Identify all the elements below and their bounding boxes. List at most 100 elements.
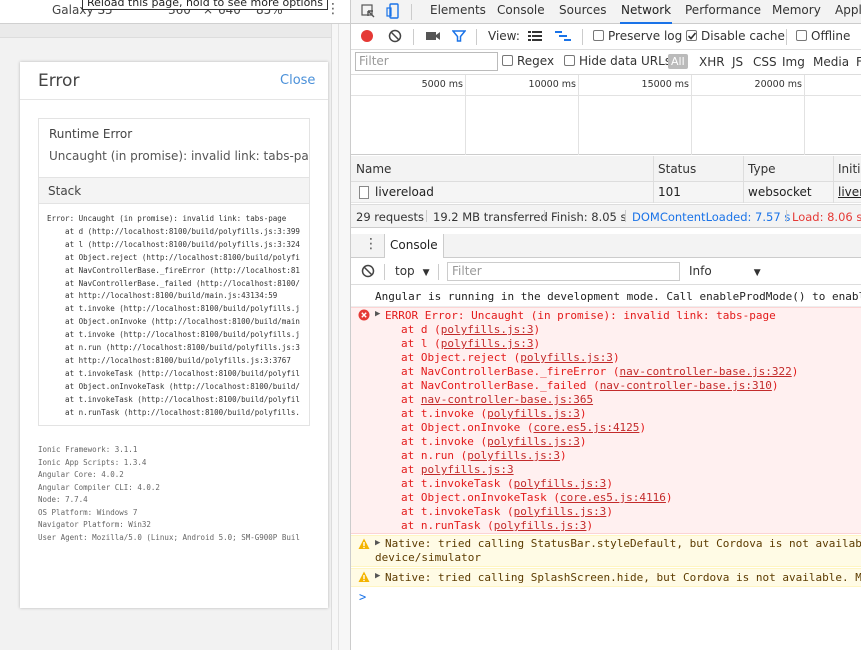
hide-data-urls-checkbox[interactable]: Hide data URLs <box>564 54 671 68</box>
waterfall-icon[interactable] <box>555 30 571 45</box>
source-link[interactable]: core.es5.js:4125 <box>533 421 639 434</box>
context-select[interactable]: top ▼ <box>395 264 430 278</box>
type-filter-font[interactable]: F <box>856 55 861 69</box>
source-link[interactable]: polyfills.js:3 <box>494 519 587 532</box>
type-filter-js[interactable]: JS <box>732 55 743 69</box>
type-filter-img[interactable]: Img <box>782 55 805 69</box>
source-link[interactable]: core.es5.js:4116 <box>560 491 666 504</box>
column-type[interactable]: Type <box>748 162 776 176</box>
clear-icon[interactable] <box>388 29 402 46</box>
type-filter-xhr[interactable]: XHR <box>699 55 725 69</box>
error-stack-line: at t.invoke (polyfills.js:3) <box>401 435 587 448</box>
source-link[interactable]: nav-controller-base.js:365 <box>421 393 593 406</box>
warning-icon <box>358 571 370 586</box>
source-link[interactable]: polyfills.js:3 <box>421 463 514 476</box>
tab-console[interactable]: Console <box>497 0 545 24</box>
stack-frame-function: at Object.onInvoke <box>401 421 527 434</box>
stack-trace: Error: Uncaught (in promise): invalid li… <box>47 213 309 420</box>
source-link[interactable]: polyfills.js:3 <box>441 337 534 350</box>
console-error-message[interactable]: ▶ ERROR Error: Uncaught (in promise): in… <box>351 307 861 534</box>
drawer-menu-icon[interactable]: ⋮ <box>364 236 378 252</box>
stack-frame-function: at <box>401 463 421 476</box>
devtools-tabbar: Elements Console Sources Network Perform… <box>351 0 861 24</box>
console-filter-input[interactable]: Filter <box>447 262 680 281</box>
table-row[interactable]: livereload 101 websocket liver <box>351 182 861 203</box>
expand-triangle-icon[interactable]: ▶ <box>375 538 380 548</box>
stack-line: at NavControllerBase._failed (http://loc… <box>47 278 300 288</box>
error-stack-line: at l (polyfills.js:3) <box>401 337 541 350</box>
console-warning-message[interactable]: ▶ Native: tried calling SplashScreen.hid… <box>351 568 861 587</box>
large-rows-icon[interactable] <box>528 30 542 45</box>
timeline-tick-label: 20000 ms <box>754 79 802 90</box>
type-filter-css[interactable]: CSS <box>753 55 777 69</box>
clear-console-icon[interactable] <box>361 264 375 281</box>
close-button[interactable]: Close <box>280 73 315 88</box>
tab-application[interactable]: Appl <box>835 0 861 24</box>
console-warning-message[interactable]: ▶ Native: tried calling StatusBar.styleD… <box>351 535 861 567</box>
stack-frame-function: at NavControllerBase._failed <box>401 379 594 392</box>
source-link[interactable]: polyfills.js:3 <box>487 435 580 448</box>
error-icon <box>358 309 370 324</box>
env-line: Angular Compiler CLI: 4.0.2 <box>38 482 160 492</box>
stack-line: at Object.onInvokeTask (http://localhost… <box>47 381 300 391</box>
tab-memory[interactable]: Memory <box>772 0 821 24</box>
stack-frame-function: at d <box>401 323 435 336</box>
hide-data-urls-label: Hide data URLs <box>579 54 672 68</box>
stack-frame-function: at t.invokeTask <box>401 505 507 518</box>
type-filter-media[interactable]: Media <box>813 55 849 69</box>
source-link[interactable]: polyfills.js:3 <box>487 407 580 420</box>
preserve-log-checkbox[interactable]: Preserve log <box>593 29 682 43</box>
expand-triangle-icon[interactable]: ▶ <box>375 309 380 319</box>
tab-network[interactable]: Network <box>620 0 673 24</box>
source-link[interactable]: polyfills.js:3 <box>520 351 613 364</box>
device-toolbar-icon[interactable] <box>386 3 402 19</box>
source-link[interactable]: polyfills.js:3 <box>514 477 607 490</box>
source-link[interactable]: nav-controller-base.js:310 <box>600 379 772 392</box>
warning-text: Native: tried calling SplashScreen.hide,… <box>385 571 861 584</box>
filter-icon[interactable] <box>451 29 467 46</box>
error-stack-line: at Object.onInvoke (core.es5.js:4125) <box>401 421 647 434</box>
log-level-select[interactable]: Info ▼ <box>689 264 761 278</box>
dropdown-arrow-icon: ▼ <box>753 268 761 278</box>
offline-checkbox[interactable]: Offline <box>796 29 850 43</box>
stack-line: at l (http://localhost:8100/build/polyfi… <box>47 239 300 249</box>
request-name[interactable]: livereload <box>375 185 434 199</box>
request-initiator[interactable]: liver <box>838 185 861 199</box>
more-options-icon[interactable]: ⋮ <box>326 1 340 17</box>
runtime-error-message: Uncaught (in promise): invalid link: tab… <box>49 149 310 163</box>
error-stack-line: at n.runTask (polyfills.js:3) <box>401 519 594 532</box>
transferred-size: 19.2 MB transferred <box>433 210 548 224</box>
request-type: websocket <box>748 185 812 199</box>
network-overview-timeline[interactable]: 5000 ms 10000 ms 15000 ms 20000 ms <box>351 75 861 155</box>
network-filter-input[interactable]: Filter <box>355 52 498 71</box>
column-name[interactable]: Name <box>356 162 391 176</box>
resize-handle[interactable] <box>331 24 350 650</box>
source-link[interactable]: polyfills.js:3 <box>514 505 607 518</box>
error-stack-line: at t.invoke (polyfills.js:3) <box>401 407 587 420</box>
tab-elements[interactable]: Elements <box>430 0 486 24</box>
tab-performance[interactable]: Performance <box>685 0 761 24</box>
tab-sources[interactable]: Sources <box>559 0 606 24</box>
source-link[interactable]: polyfills.js:3 <box>467 449 560 462</box>
column-status[interactable]: Status <box>658 162 696 176</box>
network-table-header: Name Status Type Initia <box>351 156 861 182</box>
source-link[interactable]: nav-controller-base.js:322 <box>620 365 792 378</box>
drawer-tab-console[interactable]: Console <box>384 234 444 258</box>
error-stack-line: at t.invokeTask (polyfills.js:3) <box>401 505 613 518</box>
disable-cache-checkbox[interactable]: Disable cache <box>686 29 785 43</box>
error-stack-line: at d (polyfills.js:3) <box>401 323 541 336</box>
error-text: ERROR Error: Uncaught (in promise): inva… <box>385 309 776 322</box>
column-initiator[interactable]: Initia <box>838 162 861 176</box>
error-stack-line: at Object.reject (polyfills.js:3) <box>401 351 620 364</box>
type-filter-all[interactable]: All <box>668 54 688 69</box>
regex-checkbox[interactable]: Regex <box>502 54 554 68</box>
device-toolbar: Galaxy S5 360 × 640 85% ⋮ Reload this pa… <box>0 0 350 24</box>
record-button[interactable] <box>360 29 374 46</box>
console-prompt[interactable]: > <box>359 590 366 604</box>
source-link[interactable]: polyfills.js:3 <box>441 323 534 336</box>
stack-line: at n.run (http://localhost:8100/build/po… <box>47 343 300 353</box>
camera-icon[interactable] <box>425 30 441 45</box>
inspect-element-icon[interactable] <box>360 3 376 19</box>
stack-line: at http://localhost:8100/build/polyfills… <box>47 355 291 365</box>
expand-triangle-icon[interactable]: ▶ <box>375 571 380 581</box>
